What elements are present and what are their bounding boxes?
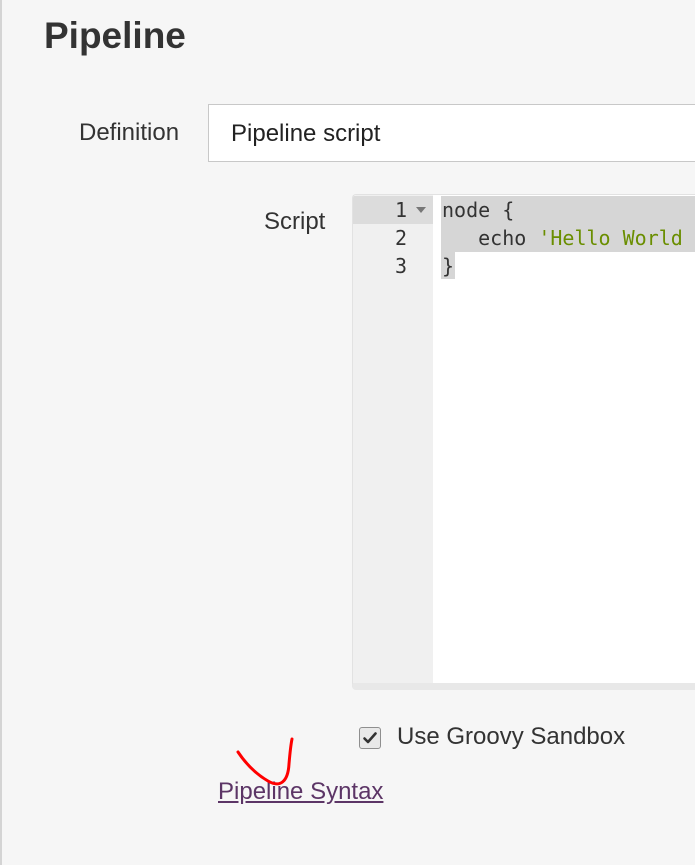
line-number: 3: [394, 254, 407, 278]
code-string-literal: 'Hello World: [538, 226, 683, 250]
red-annotation-mark: [236, 737, 294, 786]
gutter-line: 3: [353, 252, 433, 280]
section-title: Pipeline: [44, 15, 186, 56]
gutter-line: 1: [353, 196, 433, 224]
sandbox-label: Use Groovy Sandbox: [397, 723, 626, 750]
code-text: }: [442, 254, 455, 278]
fold-arrow-icon[interactable]: [416, 207, 426, 213]
gutter-line: 2: [353, 224, 433, 252]
code-text: echo: [442, 226, 539, 250]
script-label: Script: [264, 208, 326, 235]
script-editor[interactable]: 1 2 3 node { echo 'Hello World }: [352, 194, 695, 690]
code-line: echo 'Hello World: [442, 224, 683, 252]
definition-select[interactable]: Pipeline script: [208, 104, 695, 162]
editor-gutter: 1 2 3: [353, 195, 433, 683]
panel-left-border: [0, 0, 2, 865]
line-number: 2: [394, 226, 407, 250]
checkmark-icon: [363, 732, 377, 744]
line-number: 1: [394, 198, 407, 222]
code-text: node {: [442, 198, 515, 222]
code-line: node {: [442, 196, 514, 224]
code-line: }: [442, 252, 454, 280]
definition-selected-value: Pipeline script: [231, 120, 381, 147]
definition-label: Definition: [79, 119, 180, 146]
sandbox-checkbox[interactable]: [359, 727, 381, 749]
